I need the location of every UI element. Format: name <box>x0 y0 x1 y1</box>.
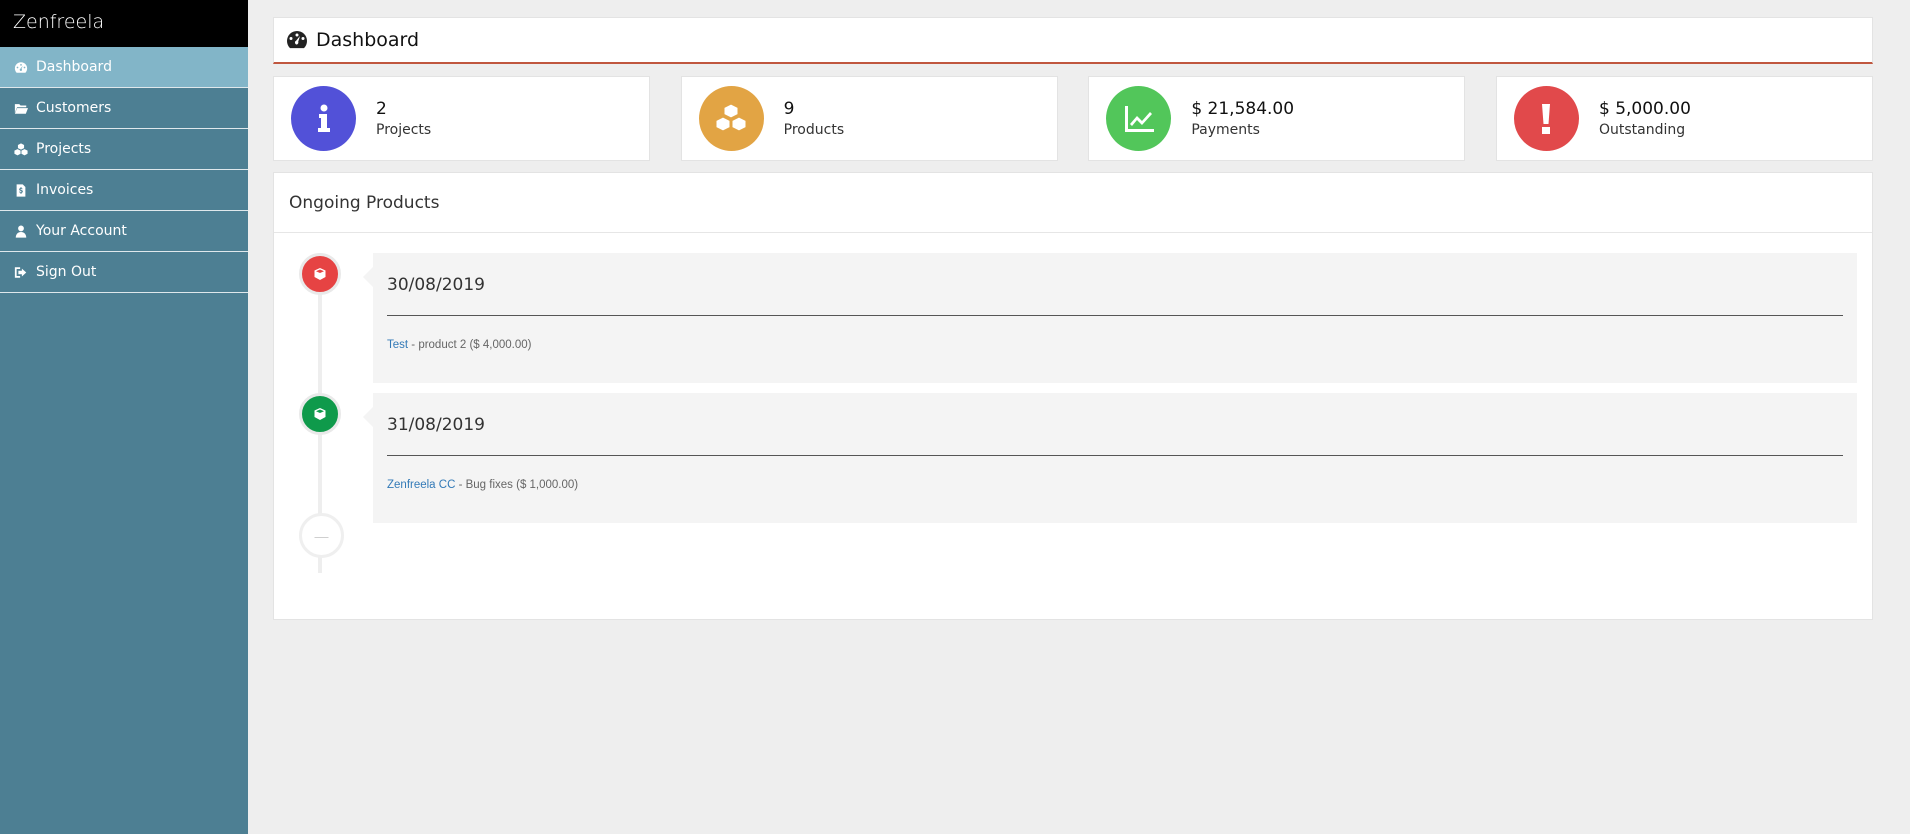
sidebar-item-projects[interactable]: Projects <box>0 129 248 170</box>
dashboard-icon <box>287 31 307 49</box>
sidebar-item-label: Sign Out <box>36 264 97 280</box>
product-detail: - product 2 ($ 4,000.00) <box>408 339 532 351</box>
timeline-date: 30/08/2019 <box>387 253 1843 316</box>
sidebar-item-customers[interactable]: Customers <box>0 88 248 129</box>
cube-icon <box>314 268 326 280</box>
stat-value: 9 <box>783 98 795 119</box>
user-icon <box>13 224 29 238</box>
cubes-icon <box>13 142 29 156</box>
cubes-icon <box>715 102 747 132</box>
ongoing-products-panel: Ongoing Products 30/08/2019 Test - produ… <box>273 172 1873 620</box>
sign-out-icon <box>13 265 29 279</box>
page-header: Dashboard <box>273 17 1873 64</box>
invoice-icon <box>13 183 29 197</box>
sidebar-item-label: Projects <box>36 141 92 157</box>
stat-value: 2 <box>376 98 387 119</box>
panel-title: Ongoing Products <box>274 173 1872 233</box>
stats-row: 2 Projects 9 Products $ 21,584.00 Paymen… <box>273 76 1873 161</box>
timeline-item: 30/08/2019 Test - product 2 ($ 4,000.00) <box>289 253 1857 393</box>
cube-icon <box>314 408 326 420</box>
main-content: Dashboard 2 Projects 9 Products $ 21,584… <box>273 17 1873 620</box>
timeline-description: Test - product 2 ($ 4,000.00) <box>387 339 1843 351</box>
sidebar: Zenfreela Dashboard Customers Projects I… <box>0 0 248 834</box>
stat-value: $ 5,000.00 <box>1598 98 1691 119</box>
sidebar-item-sign-out[interactable]: Sign Out <box>0 252 248 293</box>
timeline-card: 31/08/2019 Zenfreela CC - Bug fixes ($ 1… <box>363 393 1857 523</box>
folder-icon <box>13 101 29 115</box>
exclamation-icon <box>1542 103 1551 134</box>
stat-icon-circle <box>291 86 356 151</box>
timeline-dot <box>299 393 341 435</box>
sidebar-item-invoices[interactable]: Invoices <box>0 170 248 211</box>
stat-icon-circle <box>1106 86 1172 151</box>
timeline-end-marker: — <box>299 513 344 558</box>
stat-card-outstanding: $ 5,000.00 Outstanding <box>1495 76 1873 161</box>
customer-link[interactable]: Zenfreela CC <box>387 479 455 491</box>
sidebar-item-label: Invoices <box>36 182 94 198</box>
stat-label: Payments <box>1191 121 1260 138</box>
stat-value: $ 21,584.00 <box>1191 98 1295 119</box>
timeline-dot <box>299 253 341 295</box>
timeline-date: 31/08/2019 <box>387 393 1843 456</box>
sidebar-item-label: Your Account <box>36 223 127 239</box>
product-detail: - Bug fixes ($ 1,000.00) <box>455 479 579 491</box>
customer-link[interactable]: Test <box>387 339 408 351</box>
sidebar-item-your-account[interactable]: Your Account <box>0 211 248 252</box>
stat-card-payments: $ 21,584.00 Payments <box>1088 76 1466 161</box>
timeline-card: 30/08/2019 Test - product 2 ($ 4,000.00) <box>363 253 1857 383</box>
stat-icon-circle <box>1513 86 1579 151</box>
timeline-item: 31/08/2019 Zenfreela CC - Bug fixes ($ 1… <box>289 393 1857 533</box>
stat-icon-circle <box>698 86 764 151</box>
stat-label: Outstanding <box>1598 121 1686 138</box>
page-title: Dashboard <box>316 29 420 51</box>
sidebar-item-label: Dashboard <box>36 59 112 75</box>
sidebar-item-label: Customers <box>36 100 112 116</box>
stat-label: Products <box>783 121 845 138</box>
brand-title[interactable]: Zenfreela <box>0 0 248 47</box>
dashboard-icon <box>13 60 29 74</box>
stat-card-projects: 2 Projects <box>273 76 650 161</box>
timeline-description: Zenfreela CC - Bug fixes ($ 1,000.00) <box>387 479 1843 491</box>
line-chart-icon <box>1124 105 1154 132</box>
timeline: 30/08/2019 Test - product 2 ($ 4,000.00)… <box>274 233 1872 573</box>
sidebar-item-dashboard[interactable]: Dashboard <box>0 47 248 88</box>
stat-card-products: 9 Products <box>680 76 1058 161</box>
stat-label: Projects <box>376 121 432 138</box>
info-icon <box>317 104 330 132</box>
